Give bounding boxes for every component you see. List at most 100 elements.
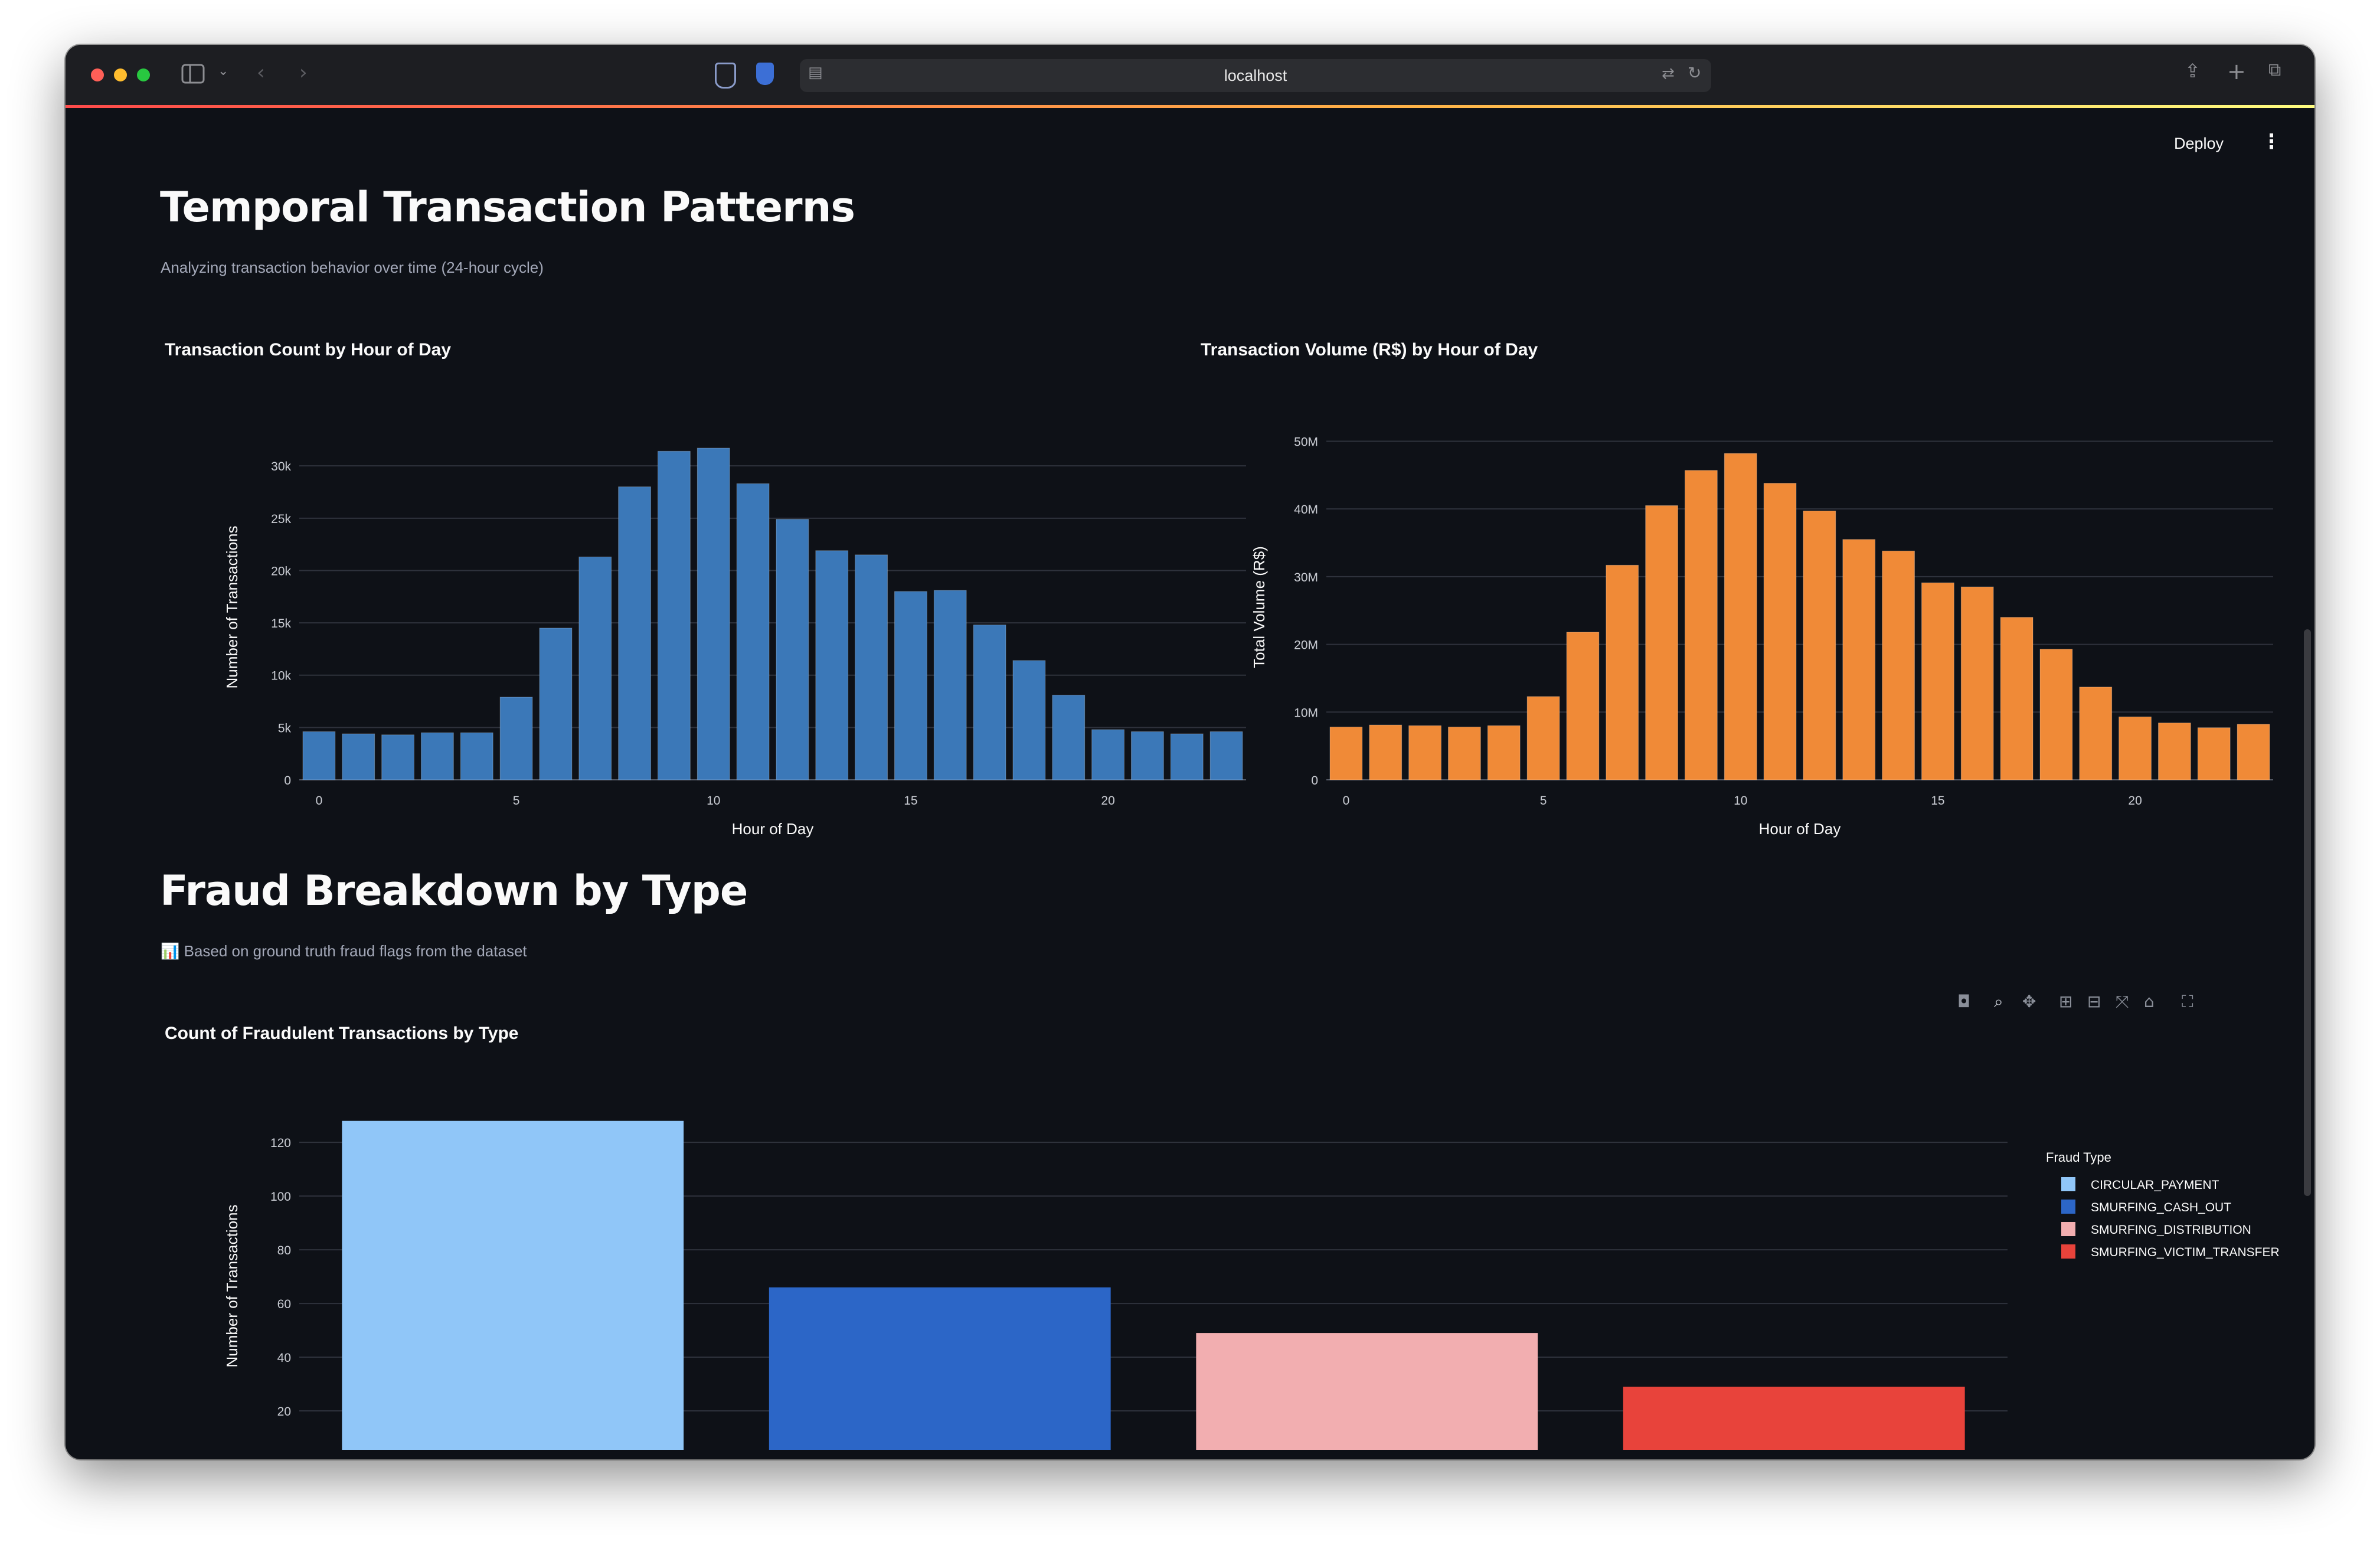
tab-overview-icon[interactable]: ⧉ xyxy=(2268,61,2281,79)
translate-icon[interactable]: ⇄ xyxy=(1662,66,1675,81)
volume-ytick-label: 0 xyxy=(1311,774,1318,787)
sidebar-toggle-icon[interactable] xyxy=(181,64,205,87)
count-bar xyxy=(342,733,375,780)
count-bar xyxy=(381,734,414,780)
chevron-down-icon[interactable]: ⌄ xyxy=(218,65,228,78)
volume-bar xyxy=(1842,539,1876,780)
count-bar xyxy=(302,731,336,780)
volume-bar xyxy=(1408,725,1441,780)
count-xaxis-title: Hour of Day xyxy=(732,820,814,838)
volume-bar xyxy=(2119,716,2152,780)
volume-bar xyxy=(1763,483,1797,780)
section-caption-temporal: Analyzing transaction behavior over time… xyxy=(161,259,544,276)
volume-bar xyxy=(1685,470,1718,780)
count-bar xyxy=(736,483,770,780)
zoom-icon[interactable]: ⌕ xyxy=(1994,992,2003,1012)
browser-toolbar: ⌄ ‹ › ▤ localhost ⇄ ↻ ⇪ + ⧉ xyxy=(66,45,2314,106)
count-bar xyxy=(539,628,573,780)
count-ytick-label: 10k xyxy=(271,669,291,683)
autoscale-icon[interactable]: ⤧ xyxy=(2116,992,2129,1012)
count-chart-title: Transaction Count by Hour of Day xyxy=(165,340,452,360)
zoom-window-button[interactable] xyxy=(137,68,150,81)
fraud-ytick-label: 80 xyxy=(277,1244,291,1257)
volume-bar xyxy=(1645,505,1678,780)
fullscreen-icon[interactable]: ⛶ xyxy=(2182,992,2193,1012)
url-text: localhost xyxy=(1224,67,1287,84)
volume-xtick-label: 10 xyxy=(1734,794,1747,808)
kebab-menu-icon[interactable]: ⋮ xyxy=(2261,130,2281,153)
share-icon[interactable]: ⇪ xyxy=(2185,61,2201,80)
count-by-hour-chart[interactable]: 0 5k 10k 15k 20k 25k 30k 0 5 10 15 20 Hour of Day Num… xyxy=(160,423,1258,848)
fraud-bar xyxy=(1196,1333,1538,1450)
count-bar xyxy=(973,625,1006,780)
volume-bar xyxy=(1369,724,1402,780)
volume-bar xyxy=(1448,727,1481,780)
page-scrollbar[interactable] xyxy=(2304,629,2311,1196)
fraud-legend-swatch xyxy=(2061,1200,2075,1214)
volume-by-hour-chart[interactable]: 0 10M 20M 30M 40M 50M 0 5 10 15 20 Hour of Day Total… xyxy=(1187,423,2285,848)
volume-ytick-label: 50M xyxy=(1294,435,1318,449)
new-tab-icon[interactable]: + xyxy=(2227,60,2246,83)
app-header-decoration xyxy=(66,105,2314,108)
fraud-ytick-label: 40 xyxy=(277,1351,291,1365)
fraud-legend-swatch xyxy=(2061,1244,2075,1259)
count-bar xyxy=(933,590,967,780)
fraud-legend-label: CIRCULAR_PAYMENT xyxy=(2091,1178,2219,1192)
minimize-window-button[interactable] xyxy=(114,68,127,81)
count-bar xyxy=(815,550,849,780)
fraud-yaxis-title: Number of Transactions xyxy=(223,1204,241,1367)
volume-bar xyxy=(2079,687,2113,780)
volume-bar xyxy=(2237,724,2270,780)
fraud-legend-swatch xyxy=(2061,1222,2075,1236)
volume-bar xyxy=(2158,723,2191,780)
fraud-ytick-label: 100 xyxy=(270,1190,291,1204)
count-ytick-label: 0 xyxy=(284,774,291,787)
close-window-button[interactable] xyxy=(91,68,104,81)
count-ytick-label: 30k xyxy=(271,460,291,473)
section-title-temporal: Temporal Transaction Patterns xyxy=(160,183,855,231)
volume-bar xyxy=(2197,727,2231,780)
fraud-bar xyxy=(769,1287,1111,1450)
zoom-in-icon[interactable]: ⊞ xyxy=(2059,992,2072,1011)
zoom-out-icon[interactable]: ⊟ xyxy=(2087,992,2101,1011)
fraud-by-type-chart[interactable]: 020406080100120CIRCULAR_PAYMENTSMURFING_… xyxy=(160,1096,2309,1450)
count-bar xyxy=(1012,660,1046,780)
deploy-button[interactable]: Deploy xyxy=(2174,135,2224,153)
count-xtick-label: 10 xyxy=(707,794,720,808)
back-arrow-icon[interactable]: ‹ xyxy=(257,63,265,83)
section-title-fraud: Fraud Breakdown by Type xyxy=(160,867,748,915)
fraud-legend-label: SMURFING_CASH_OUT xyxy=(2091,1201,2231,1214)
count-bar xyxy=(697,447,730,780)
volume-xtick-label: 5 xyxy=(1540,794,1547,808)
camera-icon[interactable]: ◘ xyxy=(1957,992,1970,1011)
bitwarden-icon[interactable] xyxy=(756,63,774,85)
volume-yaxis-title: Total Volume (R$) xyxy=(1250,546,1268,668)
count-bar xyxy=(499,697,533,780)
count-bar xyxy=(855,554,888,780)
fraud-legend-label: SMURFING_DISTRIBUTION xyxy=(2091,1223,2251,1237)
fraud-ytick-label: 120 xyxy=(270,1136,291,1150)
fraud-legend-swatch xyxy=(2061,1177,2075,1191)
count-bar xyxy=(1052,694,1086,780)
address-bar[interactable]: ▤ localhost ⇄ ↻ xyxy=(800,59,1711,92)
browser-window: ⌄ ‹ › ▤ localhost ⇄ ↻ ⇪ + ⧉ Deploy ⋮ Tem… xyxy=(66,45,2314,1459)
fraud-bar xyxy=(1623,1387,1965,1450)
privacy-shield-icon[interactable] xyxy=(715,63,736,89)
volume-bar xyxy=(1960,586,1994,780)
reset-axes-icon[interactable]: ⌂ xyxy=(2144,992,2155,1011)
volume-bar xyxy=(1329,727,1363,780)
volume-bar xyxy=(1724,453,1757,780)
volume-chart-title: Transaction Volume (R$) by Hour of Day xyxy=(1201,340,1538,360)
volume-bar xyxy=(1526,696,1560,780)
volume-ytick-label: 40M xyxy=(1294,503,1318,517)
volume-bar xyxy=(2039,649,2073,780)
volume-bar xyxy=(1921,582,1954,780)
volume-bar xyxy=(1803,511,1836,780)
fraud-bar xyxy=(342,1120,684,1450)
count-ytick-label: 20k xyxy=(271,564,291,578)
forward-arrow-icon[interactable]: › xyxy=(299,63,308,83)
volume-xtick-label: 20 xyxy=(2128,794,2142,808)
fraud-ytick-label: 60 xyxy=(277,1298,291,1311)
reload-icon[interactable]: ↻ xyxy=(1688,65,1701,81)
pan-icon[interactable]: ✥ xyxy=(2022,992,2036,1011)
